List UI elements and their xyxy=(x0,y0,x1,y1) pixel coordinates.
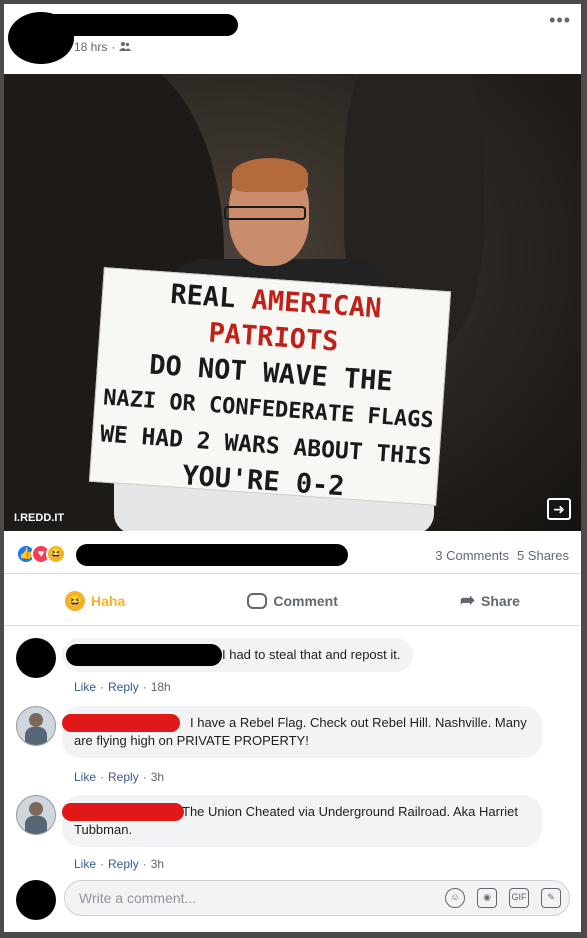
comment-composer: Write a comment... ☺ ◉ GIF ✎ xyxy=(4,874,581,932)
reactors-names-redacted[interactable] xyxy=(76,544,348,566)
emoji-icon[interactable]: ☺ xyxy=(445,888,465,908)
current-user-avatar-redacted[interactable] xyxy=(16,880,56,920)
post-header: 18 hrs · ••• xyxy=(4,4,581,74)
comment-reply-link[interactable]: Reply xyxy=(108,857,139,871)
source-watermark: I.REDD.IT xyxy=(14,512,65,524)
comment-bubble: I have a Rebel Flag. Check out Rebel Hil… xyxy=(62,706,542,758)
gif-icon[interactable]: GIF xyxy=(509,888,529,908)
comment-time[interactable]: 3h xyxy=(151,857,164,871)
comment-text: I had to steal that and repost it. xyxy=(222,647,401,662)
person-hair xyxy=(232,158,308,192)
commenter-avatar[interactable] xyxy=(16,706,56,746)
comment-icon xyxy=(247,592,268,609)
separator-dot: · xyxy=(111,40,116,54)
comment-time[interactable]: 18h xyxy=(151,680,171,694)
protest-sign: REAL AMERICAN PATRIOTS DO NOT WAVE THE N… xyxy=(88,267,452,506)
shares-count[interactable]: 5 Shares xyxy=(517,548,569,563)
more-options-icon[interactable]: ••• xyxy=(549,10,571,31)
reaction-stats: 👍 ♥ 😆 3 Comments 5 Shares xyxy=(4,534,581,574)
comment-like-link[interactable]: Like xyxy=(74,680,96,694)
open-external-icon[interactable]: ➜ xyxy=(547,498,571,520)
comment-button[interactable]: Comment xyxy=(247,592,338,609)
commenter-name-redacted[interactable] xyxy=(62,803,184,821)
post-card: 18 hrs · ••• REAL AMERICAN PATRIOTS DO N… xyxy=(4,4,581,932)
comment-bubble: I had to steal that and repost it. xyxy=(62,638,413,672)
post-timestamp[interactable]: 18 hrs xyxy=(74,40,107,54)
sticker-icon[interactable]: ✎ xyxy=(541,888,561,908)
comment-meta: Like · Reply · 3h xyxy=(74,857,165,871)
reaction-icons[interactable]: 👍 ♥ 😆 xyxy=(16,544,66,564)
commenter-avatar[interactable] xyxy=(16,795,56,835)
haha-icon: 😆 xyxy=(65,590,86,611)
camera-icon[interactable]: ◉ xyxy=(477,888,497,908)
commenter-name-redacted[interactable] xyxy=(66,644,222,666)
comment-reply-link[interactable]: Reply xyxy=(108,770,139,784)
share-label: Share xyxy=(481,592,520,609)
comment-reply-link[interactable]: Reply xyxy=(108,680,139,694)
comment-time[interactable]: 3h xyxy=(151,770,164,784)
share-button[interactable]: ➦ Share xyxy=(460,590,520,611)
commenter-avatar-redacted[interactable] xyxy=(16,638,56,678)
friends-icon[interactable] xyxy=(119,40,132,54)
comment-like-link[interactable]: Like xyxy=(74,770,96,784)
comment-meta: Like · Reply · 18h xyxy=(74,680,171,694)
share-icon: ➦ xyxy=(459,590,476,610)
haha-button[interactable]: 😆 Haha xyxy=(65,590,126,611)
comment-like-link[interactable]: Like xyxy=(74,857,96,871)
haha-label: Haha xyxy=(91,592,126,609)
post-meta: 18 hrs · xyxy=(74,40,132,54)
comment-meta: Like · Reply · 3h xyxy=(74,770,165,784)
engagement-counts: 3 Comments 5 Shares xyxy=(435,548,569,563)
composer-icons: ☺ ◉ GIF ✎ xyxy=(445,888,561,908)
comments-count[interactable]: 3 Comments xyxy=(435,548,509,563)
post-photo[interactable]: REAL AMERICAN PATRIOTS DO NOT WAVE THE N… xyxy=(4,74,581,531)
sign-word-real: REAL xyxy=(169,278,237,315)
haha-reaction-icon: 😆 xyxy=(46,544,66,564)
comment-label: Comment xyxy=(273,592,338,609)
post-actions: 😆 Haha Comment ➦ Share xyxy=(4,576,581,626)
commenter-name-redacted[interactable] xyxy=(62,714,180,732)
comment-bubble: The Union Cheated via Underground Railro… xyxy=(62,795,542,847)
author-name-redacted[interactable] xyxy=(42,14,238,36)
person-glasses xyxy=(224,206,306,220)
